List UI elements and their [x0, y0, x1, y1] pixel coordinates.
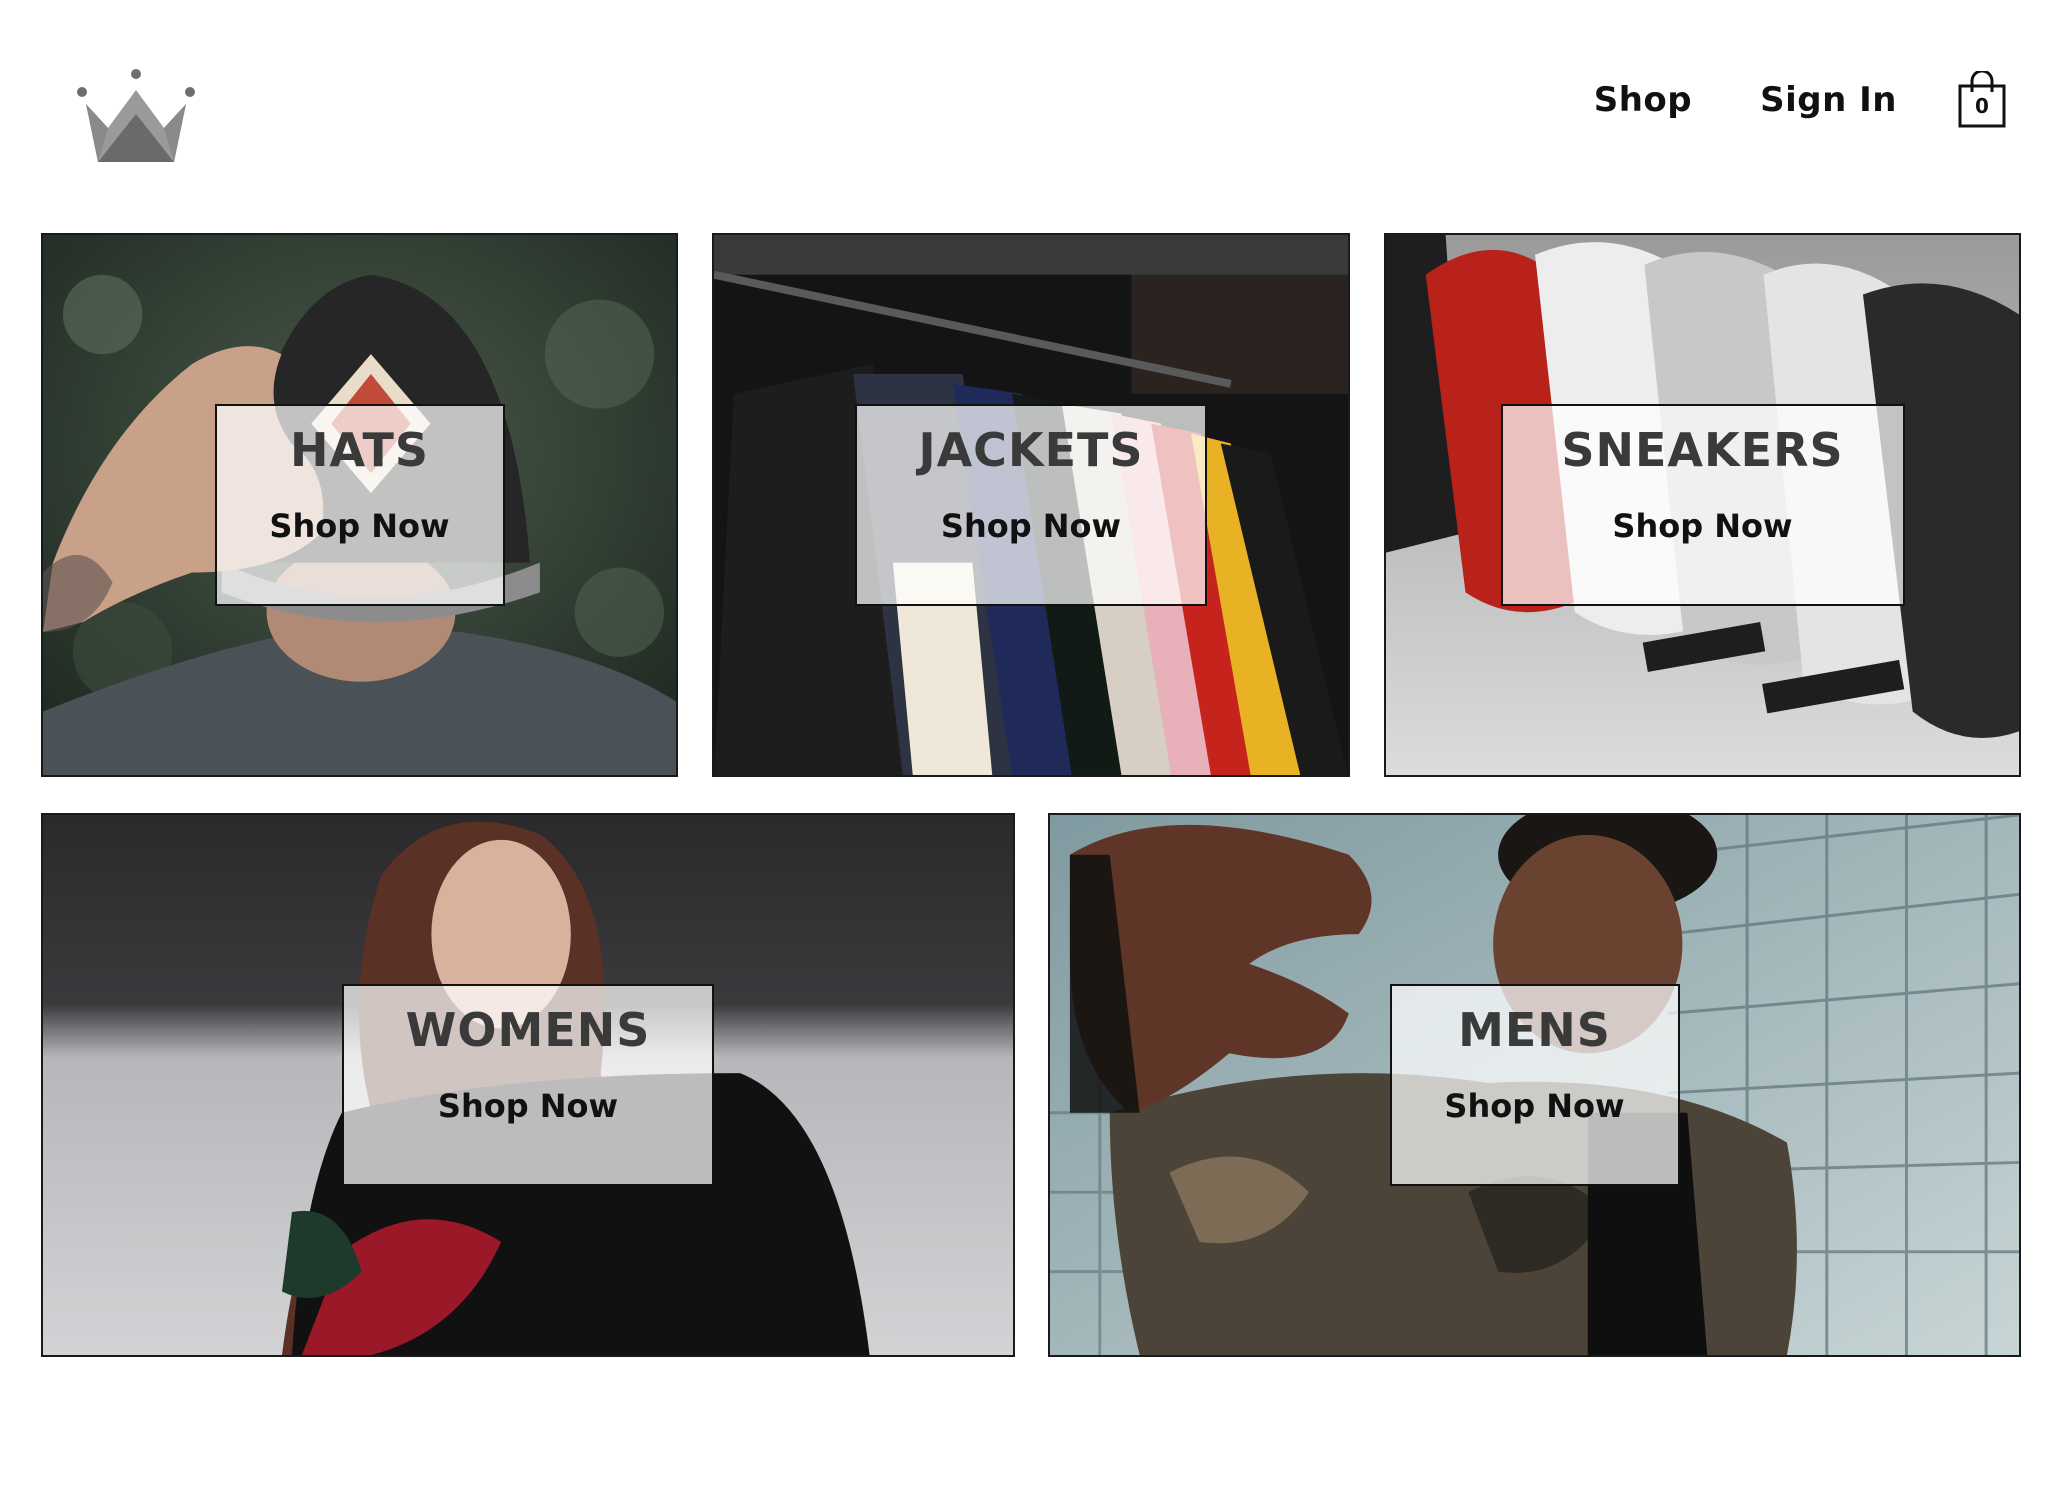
category-title: SNEAKERS [1561, 423, 1844, 477]
category-title: MENS [1458, 1003, 1611, 1057]
category-title: JACKETS [918, 423, 1144, 477]
main-nav: Shop Sign In 0 [1594, 70, 2007, 130]
cart-count-badge: 0 [1975, 94, 1989, 118]
category-label-box: HATS Shop Now [214, 404, 505, 606]
category-title: HATS [289, 423, 430, 477]
category-label-box: WOMENS Shop Now [342, 984, 714, 1186]
category-tile-jackets[interactable]: JACKETS Shop Now [712, 233, 1350, 777]
category-title: WOMENS [405, 1003, 651, 1057]
category-label-box: SNEAKERS Shop Now [1500, 404, 1905, 606]
category-tile-womens[interactable]: WOMENS Shop Now [41, 813, 1015, 1357]
shop-now-link[interactable]: Shop Now [267, 506, 453, 546]
site-header: Shop Sign In 0 [0, 0, 2053, 210]
category-tile-mens[interactable]: MENS Shop Now [1048, 813, 2021, 1357]
shop-now-link[interactable]: Shop Now [1553, 506, 1853, 546]
category-label-box: MENS Shop Now [1389, 984, 1680, 1186]
category-tile-sneakers[interactable]: SNEAKERS Shop Now [1384, 233, 2021, 777]
homepage: Shop Sign In 0 HATS Shop Now JACKETS Sho… [0, 0, 2053, 1494]
shop-now-link[interactable]: Shop Now [394, 1086, 662, 1126]
shop-now-link[interactable]: Shop Now [907, 506, 1155, 546]
crown-logo-icon[interactable] [76, 68, 196, 168]
category-tile-hats[interactable]: HATS Shop Now [41, 233, 678, 777]
nav-shop-link[interactable]: Shop [1594, 80, 1692, 120]
category-label-box: JACKETS Shop Now [855, 404, 1207, 606]
nav-sign-in-link[interactable]: Sign In [1760, 80, 1897, 120]
shop-now-link[interactable]: Shop Now [1442, 1086, 1628, 1126]
cart-button[interactable]: 0 [1957, 71, 2007, 129]
